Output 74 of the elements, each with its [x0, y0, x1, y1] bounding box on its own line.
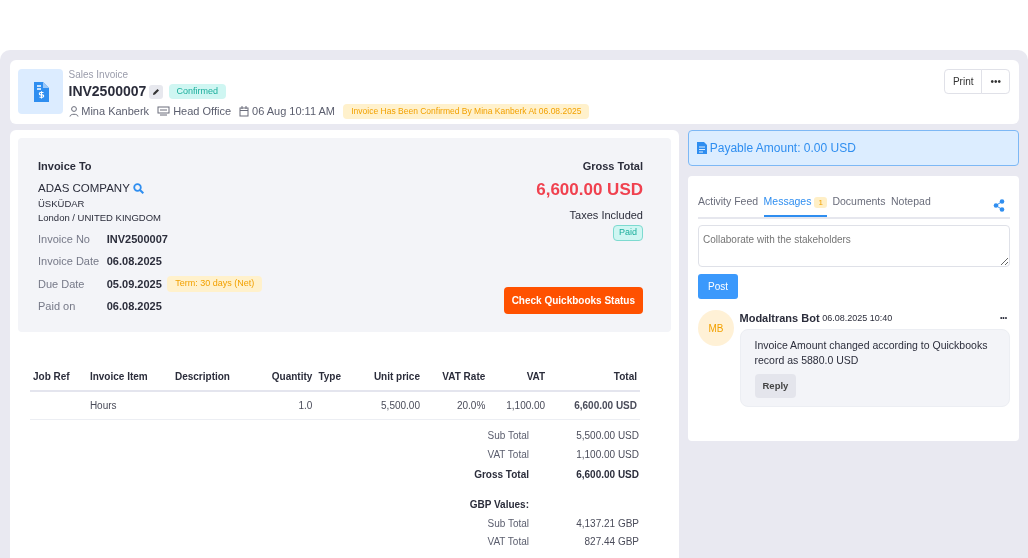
author-name: Modaltrans Bot — [739, 311, 820, 326]
table-cell: 20.0% — [423, 390, 489, 419]
column-header: Job Ref — [30, 365, 87, 391]
calendar-icon — [239, 105, 250, 117]
total-label: VAT Total — [486, 534, 530, 549]
field-label: Due Date — [38, 276, 86, 292]
field-value: INV2500007 — [106, 231, 168, 247]
column-header: Description — [171, 365, 254, 391]
gross-total-amount: 6,600.00 USD — [536, 179, 643, 201]
address-line: London / UNITED KINGDOM — [38, 210, 162, 225]
office-icon — [157, 106, 171, 117]
message-text: Invoice Amount changed according to Quickbooks record as 5880.0 USD — [754, 338, 989, 369]
edit-icon[interactable] — [149, 84, 164, 99]
date-time: 06 Aug 10:11 AM — [252, 104, 335, 119]
column-header: VAT — [488, 365, 549, 391]
total-value: 1,100.00 USD — [575, 448, 640, 463]
payment-term-badge: Term: 30 days (Net) — [167, 276, 263, 292]
table-cell: 1,100.00 — [488, 390, 549, 419]
total-label: Gross Total — [473, 467, 530, 482]
document-type: Sales Invoice — [68, 69, 129, 81]
check-quickbooks-button[interactable]: Check Quickbooks Status — [503, 286, 643, 314]
table-cell: 6,600.00 USD — [548, 390, 640, 419]
field-value: 06.08.2025 — [106, 254, 162, 269]
table-cell: 1.0 — [253, 390, 316, 419]
total-value: 6,600.00 USD — [575, 467, 640, 482]
count-badge: 1 — [814, 196, 827, 208]
column-header: Unit price — [353, 365, 423, 391]
field-label: Invoice Date — [38, 254, 101, 269]
user-name: Mina Kanberk — [81, 104, 150, 119]
field-value: 06.08.2025 — [106, 299, 162, 314]
tab[interactable]: Messages 1 — [763, 189, 827, 218]
total-label: VAT Total — [486, 448, 530, 463]
more-button[interactable]: ••• — [981, 69, 1010, 94]
column-header: Quantity — [253, 365, 316, 391]
company-name: ADAS COMPANY — [38, 180, 130, 196]
column-header: Total — [548, 365, 640, 391]
post-button[interactable]: Post — [698, 274, 738, 299]
address-line: ÜSKÜDAR — [38, 196, 86, 211]
payment-status-badge: Paid — [613, 225, 643, 241]
invoice-number: INV2500007 — [68, 82, 147, 101]
total-label: Sub Total — [486, 516, 530, 531]
message-time: 06.08.2025 10:40 — [822, 311, 893, 325]
office-name: Head Office — [173, 104, 231, 119]
table-cell: Hours — [86, 390, 172, 419]
column-header: Invoice Item — [86, 365, 172, 391]
share-icon[interactable] — [992, 198, 1005, 212]
field-label: Paid on — [38, 299, 77, 314]
confirmation-notice: Invoice Has Been Confirmed By Mina Kanberk At 06.08.2025 — [343, 103, 590, 119]
gross-total-label: Gross Total — [582, 158, 643, 174]
dollar-document-icon — [32, 81, 49, 102]
message-input[interactable]: Collaborate with the stakeholders — [698, 224, 1010, 267]
column-header: Type — [315, 365, 354, 391]
column-header: VAT Rate — [423, 365, 489, 391]
tab[interactable]: Documents — [832, 189, 886, 218]
tab[interactable]: Notepad — [891, 189, 931, 218]
document-icon — [697, 141, 707, 154]
section-heading: GBP Values: — [468, 498, 530, 512]
section-heading: Invoice To — [38, 158, 93, 174]
search-icon[interactable] — [132, 182, 144, 194]
table-cell: 5,500.00 — [353, 390, 423, 419]
avatar-initials: MB — [698, 310, 734, 346]
field-value: 05.09.2025 — [106, 276, 162, 292]
total-value: 5,500.00 USD — [575, 428, 640, 443]
payable-amount: Payable Amount: 0.00 USD — [709, 139, 856, 157]
total-value: 4,137.21 GBP — [575, 516, 640, 531]
total-value: 827.44 GBP — [583, 534, 640, 549]
user-icon — [68, 105, 79, 117]
tab[interactable]: Activity Feed — [698, 189, 759, 218]
field-label: Invoice No — [38, 231, 91, 247]
print-button[interactable]: Print — [943, 69, 983, 94]
total-label: Sub Total — [486, 428, 530, 443]
tax-note: Taxes Included — [569, 207, 643, 223]
status-badge: Confirmed — [168, 83, 227, 100]
reply-button[interactable]: Reply — [754, 373, 797, 398]
